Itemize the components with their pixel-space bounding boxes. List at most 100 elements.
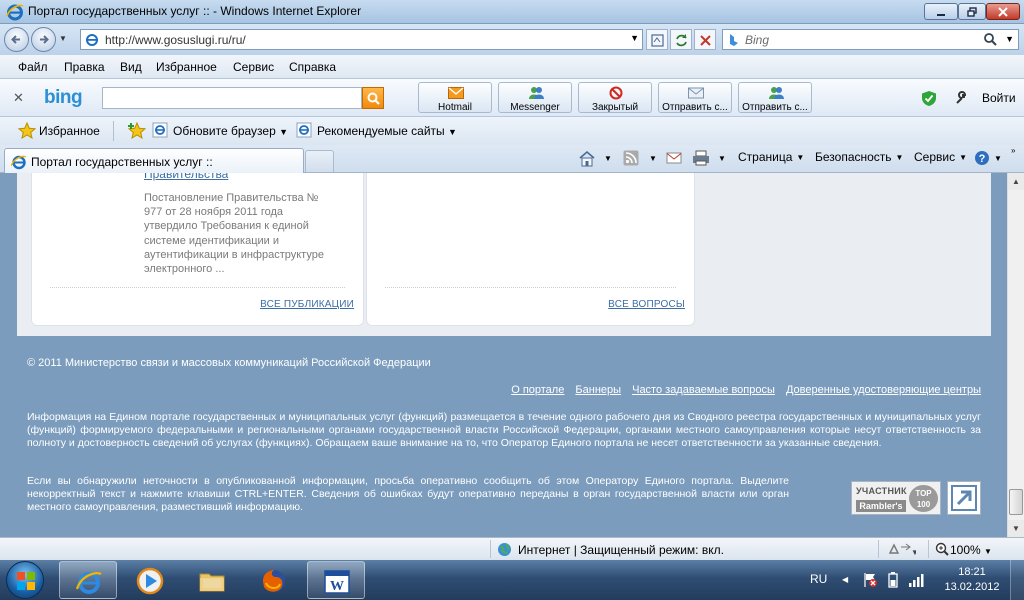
zoom-icon[interactable]	[935, 542, 949, 556]
start-button[interactable]	[6, 561, 44, 599]
action-center-flag-icon[interactable]	[862, 572, 878, 588]
footer-link-about[interactable]: О портале	[511, 384, 564, 396]
zoom-level[interactable]: 100% ▼	[950, 543, 992, 557]
bing-search-input[interactable]	[102, 87, 362, 109]
show-desktop-button[interactable]	[1010, 560, 1024, 600]
favorites-bar: Избранное Обновите браузер ▼ Рекомендуем…	[0, 117, 1024, 145]
forward-button[interactable]	[31, 27, 56, 52]
new-tab-button[interactable]	[305, 150, 334, 172]
all-publications-link[interactable]: ВСЕ ПУБЛИКАЦИИ	[260, 299, 354, 310]
tab-title: Портал государственных услуг ::	[31, 155, 213, 169]
stop-button[interactable]	[694, 29, 716, 50]
bing-search-button[interactable]	[362, 87, 384, 109]
menu-help[interactable]: Справка	[289, 60, 336, 74]
tools-menu[interactable]: Сервис ▼	[914, 150, 967, 164]
home-dropdown-icon[interactable]: ▼	[604, 154, 612, 163]
page-menu[interactable]: Страница ▼	[738, 150, 804, 164]
minimize-icon	[937, 13, 945, 16]
show-hidden-icons[interactable]: ◀	[842, 575, 848, 584]
address-dropdown-icon[interactable]: ▼	[630, 33, 639, 43]
close-toolbar-icon[interactable]: ✕	[13, 90, 24, 106]
send-email-button[interactable]: Отправить с...	[658, 82, 732, 113]
bing-logo: bing	[44, 87, 83, 108]
security-menu[interactable]: Безопасность ▼	[815, 150, 903, 164]
menu-view[interactable]: Вид	[120, 60, 142, 74]
url-text[interactable]: http://www.gosuslugi.ru/ru/	[105, 33, 246, 47]
ie-page-icon	[296, 122, 312, 138]
battery-icon[interactable]	[888, 572, 898, 588]
taskbar-media-player[interactable]	[121, 561, 179, 599]
rss-feed-icon[interactable]	[623, 150, 639, 166]
taskbar-internet-explorer[interactable]	[59, 561, 117, 599]
scroll-down-icon[interactable]: ▼	[1008, 520, 1024, 537]
favorites-button[interactable]: Избранное	[39, 124, 100, 138]
system-clock[interactable]: 18:21 13.02.2012	[944, 565, 1000, 595]
ie-page-icon	[86, 34, 98, 46]
address-bar[interactable]: http://www.gosuslugi.ru/ru/ ▼	[80, 29, 643, 50]
taskbar-windows-explorer[interactable]	[183, 561, 241, 599]
footer-link-faq[interactable]: Часто задаваемые вопросы	[632, 384, 775, 396]
separator	[928, 540, 929, 558]
globe-icon	[498, 543, 511, 556]
external-link-icon[interactable]	[947, 481, 981, 515]
separator	[878, 540, 879, 558]
print-dropdown-icon[interactable]: ▼	[718, 154, 726, 163]
maximize-button[interactable]	[958, 3, 986, 20]
network-signal-icon[interactable]	[908, 572, 926, 588]
all-questions-link[interactable]: ВСЕ ВОПРОСЫ	[608, 299, 685, 310]
read-mail-icon[interactable]	[666, 150, 682, 166]
scroll-up-icon[interactable]: ▲	[1008, 173, 1024, 190]
language-indicator[interactable]: RU	[810, 572, 827, 586]
scroll-thumb[interactable]	[1009, 489, 1023, 515]
taskbar-word[interactable]: W	[307, 561, 365, 599]
svg-text:?: ?	[979, 153, 986, 165]
menu-tools[interactable]: Сервис	[233, 60, 274, 74]
refresh-button[interactable]	[670, 29, 692, 50]
print-icon[interactable]	[692, 150, 710, 166]
publications-card: Правительства Постановление Правительств…	[31, 173, 364, 326]
status-bar: Интернет | Защищенный режим: вкл. ▼ 100%…	[0, 537, 1024, 560]
rambler-top100-badge[interactable]: УЧАСТНИК Rambler's TOP 100	[851, 481, 941, 515]
favorites-star-icon[interactable]	[18, 122, 36, 139]
taskbar-firefox[interactable]	[245, 561, 303, 599]
compatibility-view-button[interactable]	[646, 29, 668, 50]
publication-link[interactable]: Правительства	[144, 173, 228, 181]
close-button[interactable]	[986, 3, 1020, 20]
rss-dropdown-icon[interactable]: ▼	[649, 154, 657, 163]
history-dropdown[interactable]: ▼	[59, 34, 69, 44]
back-button[interactable]	[4, 27, 29, 52]
tab-gosuslugi[interactable]: Портал государственных услуг ::	[4, 148, 304, 173]
messenger-button[interactable]: Messenger	[498, 82, 572, 113]
login-link[interactable]: Войти	[982, 91, 1016, 105]
shield-check-icon[interactable]	[921, 90, 937, 107]
hotmail-button[interactable]: Hotmail	[418, 82, 492, 113]
menu-edit[interactable]: Правка	[64, 60, 105, 74]
footer-link-certification-centers[interactable]: Доверенные удостоверяющие центры	[786, 384, 981, 396]
menu-favorites[interactable]: Избранное	[156, 60, 217, 74]
menu-file[interactable]: Файл	[18, 60, 48, 74]
search-box[interactable]: Bing ▼	[722, 29, 1019, 50]
divider	[385, 287, 676, 288]
help-dropdown-icon[interactable]: ▼	[994, 154, 1002, 163]
update-browser-link[interactable]: Обновите браузер ▼	[173, 124, 288, 138]
window-title: Портал государственных услуг :: - Window…	[28, 4, 362, 18]
footer-link-banners[interactable]: Баннеры	[575, 384, 621, 396]
minimize-button[interactable]	[924, 3, 958, 20]
chevron-more-icon[interactable]: »	[1011, 146, 1015, 155]
send-messenger-button[interactable]: Отправить с...	[738, 82, 812, 113]
compatibility-icon	[651, 34, 664, 47]
vertical-scrollbar[interactable]: ▲ ▼	[1007, 173, 1024, 537]
wrench-icon[interactable]	[954, 91, 968, 105]
private-closed-button[interactable]: Закрытый	[578, 82, 652, 113]
add-favorite-icon[interactable]	[128, 122, 146, 139]
security-zone-text[interactable]: Интернет | Защищенный режим: вкл.	[518, 543, 724, 557]
title-bar: Портал государственных услуг :: - Window…	[0, 0, 1024, 24]
recommended-sites-link[interactable]: Рекомендуемые сайты ▼	[317, 124, 457, 138]
protected-mode-icon[interactable]: ▼	[888, 542, 916, 557]
help-icon[interactable]: ?	[974, 150, 990, 166]
search-icon	[367, 92, 380, 105]
copyright-text: © 2011 Министерство связи и массовых ком…	[27, 357, 431, 369]
home-icon[interactable]	[578, 150, 596, 167]
search-icon[interactable]	[983, 32, 998, 47]
search-dropdown-icon[interactable]: ▼	[1005, 34, 1014, 44]
